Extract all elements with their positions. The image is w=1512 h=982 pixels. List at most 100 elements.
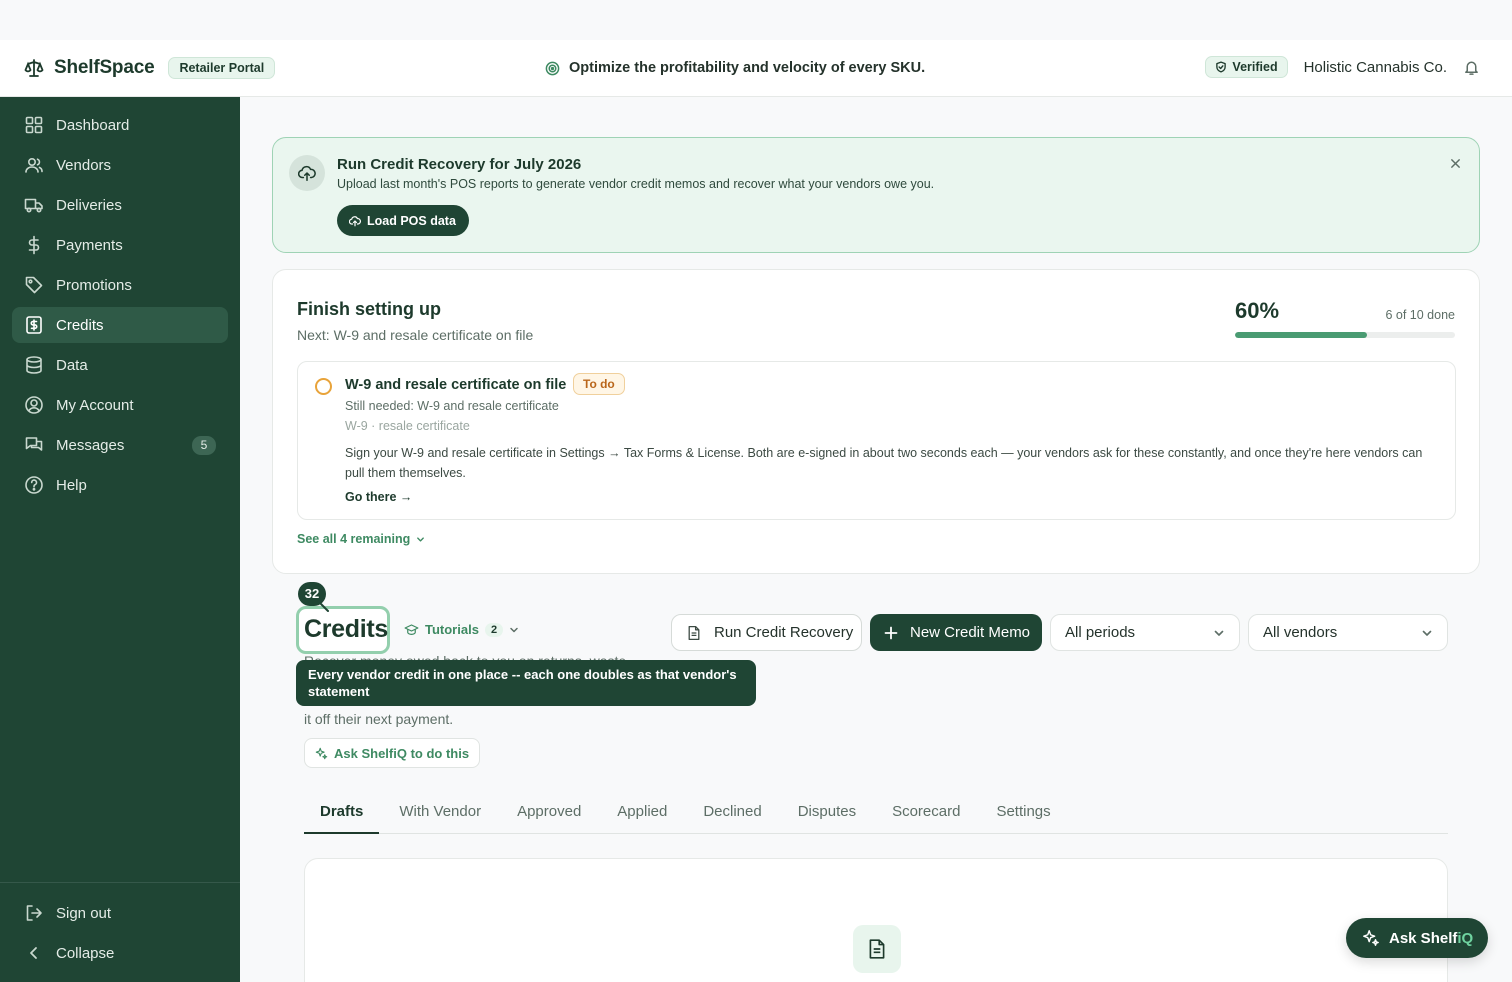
bell-icon[interactable]: [1463, 59, 1480, 76]
ask-shelfiq-button[interactable]: Ask ShelfiQ: [1346, 918, 1488, 958]
sidebar-item-label: Dashboard: [56, 116, 130, 134]
sparkle-icon: [315, 747, 328, 760]
tab-drafts[interactable]: Drafts: [304, 792, 380, 834]
chevron-down-icon: [416, 535, 425, 544]
company-name[interactable]: Holistic Cannabis Co.: [1304, 59, 1447, 76]
scale-logo-icon: [24, 58, 44, 78]
pointer-tail-icon: [320, 603, 329, 612]
cloud-upload-icon: [349, 215, 361, 227]
graduation-cap-icon: [404, 622, 419, 637]
banner-subtitle: Upload last month's POS reports to gener…: [337, 177, 935, 191]
sidebar-item-vendors[interactable]: Vendors: [12, 147, 228, 183]
sidebar-item-label: My Account: [56, 396, 134, 414]
sidebar-item-deliveries[interactable]: Deliveries: [12, 187, 228, 223]
tab-settings[interactable]: Settings: [980, 792, 1066, 834]
top-bar: ShelfSpace Retailer Portal Optimize the …: [0, 40, 1512, 97]
sparkle-icon: [1362, 929, 1380, 947]
ask-shelfiq-fab-label-b: iQ: [1457, 929, 1474, 947]
messages-count-badge: 5: [192, 436, 216, 455]
setup-percent: 60%: [1235, 298, 1280, 323]
tab-declined[interactable]: Declined: [687, 792, 777, 834]
tab-disputes[interactable]: Disputes: [782, 792, 872, 834]
setup-progress-bar: [1235, 332, 1455, 338]
run-credit-recovery-label: Run Credit Recovery: [714, 624, 854, 641]
ask-shelfiq-fab-label: Ask ShelfiQ: [1389, 930, 1473, 947]
users-icon: [24, 155, 44, 175]
see-all-label: See all 4 remaining: [297, 532, 411, 546]
vendor-select-value: All vendors: [1263, 624, 1338, 641]
task-needed: Still needed: W-9 and resale certificate: [345, 399, 559, 413]
brand[interactable]: ShelfSpace Retailer Portal: [24, 57, 276, 79]
todo-badge: To do: [573, 373, 625, 395]
setup-title: Finish setting up: [297, 299, 441, 319]
database-icon: [24, 355, 44, 375]
ask-shelfiq-label: Ask ShelfiQ to do this: [334, 745, 470, 761]
sidebar-item-dashboard[interactable]: Dashboard: [12, 107, 228, 143]
sidebar-item-label: Deliveries: [56, 196, 122, 214]
tutorials-count: 2: [484, 622, 504, 637]
sidebar-item-messages[interactable]: Messages 5: [12, 427, 228, 463]
sidebar-item-label: Promotions: [56, 276, 132, 294]
sign-out-icon: [24, 903, 44, 923]
verified-badge: Verified: [1205, 56, 1288, 78]
ask-shelfiq-link[interactable]: Ask ShelfiQ to do this: [304, 738, 481, 768]
setup-done-count: 6 of 10 done: [1385, 308, 1455, 322]
vendor-select[interactable]: All vendors: [1248, 614, 1448, 651]
tagline-text: Optimize the profitability and velocity …: [569, 60, 926, 76]
drafts-empty-state: [304, 858, 1448, 982]
receipt-icon: [24, 315, 44, 335]
sidebar-item-label: Credits: [56, 316, 104, 334]
chat-icon: [24, 435, 44, 455]
sidebar-item-label: Help: [56, 476, 87, 494]
sidebar-item-help[interactable]: Help: [12, 467, 228, 503]
tagline: Optimize the profitability and velocity …: [545, 60, 925, 76]
tab-scorecard[interactable]: Scorecard: [876, 792, 976, 834]
portal-badge: Retailer Portal: [168, 57, 276, 79]
period-select[interactable]: All periods: [1050, 614, 1240, 651]
sidebar-item-payments[interactable]: Payments: [12, 227, 228, 263]
help-icon: [24, 475, 44, 495]
collapse-button[interactable]: Collapse: [12, 935, 228, 971]
cloud-upload-icon: [289, 155, 325, 191]
sidebar-item-credits[interactable]: Credits: [12, 307, 228, 343]
ask-shelfiq-fab-label-a: Ask Shelf: [1389, 929, 1458, 947]
credits-subtitle-line-3: it off their next payment.: [304, 711, 454, 727]
task-status-circle[interactable]: [315, 378, 332, 395]
sidebar-item-data[interactable]: Data: [12, 347, 228, 383]
collapse-label: Collapse: [56, 944, 115, 962]
sidebar-item-label: Data: [56, 356, 88, 374]
setup-task-card[interactable]: W-9 and resale certificate on file To do…: [297, 361, 1456, 520]
chevron-down-icon: [1421, 627, 1433, 639]
setup-progress-fill: [1235, 332, 1367, 338]
run-credit-recovery-button[interactable]: Run Credit Recovery: [671, 614, 862, 651]
tab-applied[interactable]: Applied: [601, 792, 683, 834]
tag-icon: [24, 275, 44, 295]
sidebar: Dashboard Vendors Deliveries Payments Pr…: [0, 97, 240, 982]
load-pos-data-button[interactable]: Load POS data: [337, 205, 469, 236]
go-there-link[interactable]: Go there →: [345, 490, 412, 504]
verified-label: Verified: [1232, 60, 1278, 74]
target-icon: [545, 61, 560, 76]
tutorials-dropdown[interactable]: Tutorials 2: [404, 622, 519, 637]
setup-next: Next: W-9 and resale certificate on file: [297, 327, 534, 343]
period-select-value: All periods: [1065, 624, 1136, 641]
chevron-left-icon: [24, 943, 44, 963]
see-all-remaining-link[interactable]: See all 4 remaining: [297, 532, 425, 546]
brand-name: ShelfSpace: [54, 57, 155, 78]
sidebar-item-promotions[interactable]: Promotions: [12, 267, 228, 303]
close-icon[interactable]: [1450, 158, 1461, 169]
task-meta: W-9 · resale certificate: [345, 419, 470, 433]
shield-check-icon: [1215, 61, 1227, 73]
tab-with-vendor[interactable]: With Vendor: [383, 792, 497, 834]
chevron-down-icon: [509, 625, 519, 635]
sign-out-button[interactable]: Sign out: [12, 895, 228, 931]
credit-recovery-banner: Run Credit Recovery for July 2026 Upload…: [272, 137, 1480, 253]
credits-tooltip: Every vendor credit in one place -- each…: [296, 660, 756, 706]
credits-tabs: Drafts With Vendor Approved Applied Decl…: [304, 792, 1448, 834]
sidebar-item-my-account[interactable]: My Account: [12, 387, 228, 423]
new-credit-memo-button[interactable]: New Credit Memo: [870, 614, 1042, 651]
new-credit-memo-label: New Credit Memo: [910, 624, 1031, 641]
sidebar-item-label: Vendors: [56, 156, 112, 174]
tab-approved[interactable]: Approved: [501, 792, 597, 834]
sign-out-label: Sign out: [56, 904, 112, 922]
